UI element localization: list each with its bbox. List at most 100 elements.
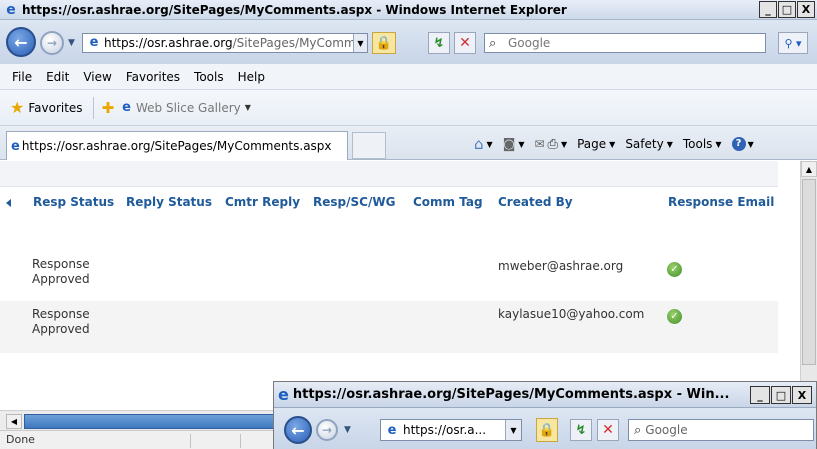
favorites-star-icon[interactable]: ★ [10,98,24,117]
search-button[interactable]: ⚲ ▾ [778,32,808,54]
print-icon[interactable]: ⎙ [548,137,558,152]
popup-close-button[interactable]: X [792,386,812,404]
maximize-button[interactable]: □ [778,1,796,18]
home-icon[interactable]: ⌂ [474,135,484,153]
popup-address-url[interactable]: https://osr.a... [403,423,505,437]
menu-edit[interactable]: Edit [46,70,69,84]
scroll-up-button[interactable]: ▲ [801,161,817,177]
column-reply-status[interactable]: Reply Status [126,195,212,209]
scroll-left-button[interactable]: ◀ [6,414,22,429]
home-dropdown-icon[interactable]: ▼ [487,140,493,149]
created-by-cell: mweber@ashrae.org [498,259,624,273]
tab-ie-icon: e [11,138,20,154]
favorites-separator [92,96,94,119]
refresh-button[interactable]: ↯ [428,32,450,54]
web-slice-gallery-link[interactable]: Web Slice Gallery [136,101,241,115]
popup-recent-pages-dropdown[interactable]: ▼ [344,425,351,435]
vertical-scroll-thumb[interactable] [802,179,816,365]
tab-title: https://osr.ashrae.org/SitePages/MyComme… [21,139,332,153]
status-text: Done [6,433,35,446]
close-button[interactable]: X [797,1,815,18]
safety-dropdown-icon[interactable]: ▼ [667,140,673,149]
menu-view[interactable]: View [83,70,111,84]
popup-minimize-button[interactable]: _ [750,386,770,404]
popup-search-box[interactable]: ⌕ Google [628,419,814,441]
forward-button[interactable]: → [40,31,64,55]
table-row[interactable]: Response Approved kaylasue10@yahoo.com ✓ [0,301,778,353]
mail-icon[interactable]: ✉ [534,137,544,151]
popup-back-button[interactable]: ← [284,416,312,444]
feeds-icon[interactable]: ◙ [503,137,516,152]
column-created-by[interactable]: Created By [498,195,573,209]
menu-help[interactable]: Help [238,70,265,84]
page-menu[interactable]: Page [577,137,606,151]
recent-pages-dropdown[interactable]: ▼ [68,38,75,48]
feeds-dropdown-icon[interactable]: ▼ [518,140,524,149]
popup-forward-button[interactable]: → [316,419,338,441]
window-controls: _ □ X [759,1,815,18]
tab-bar: e https://osr.ashrae.org/SitePages/MyCom… [0,126,817,160]
popup-ie-page-icon: e [387,422,397,438]
back-button[interactable]: ← [6,27,36,57]
popup-security-lock-icon[interactable]: 🔒 [536,418,558,442]
back-arrow-icon: ← [291,420,305,440]
column-response-email[interactable]: Response Email [668,195,774,209]
page-dropdown-icon[interactable]: ▼ [609,140,615,149]
window-title-bar: e https://osr.ashrae.org/SitePages/MyCom… [0,0,817,20]
popup-refresh-button[interactable]: ↯ [570,419,592,441]
help-dropdown-icon[interactable]: ▼ [748,140,754,149]
column-resp-status[interactable]: Resp Status [33,195,114,209]
address-bar[interactable]: e https://osr.ashrae.org/SitePages/MyCom… [82,33,368,53]
popup-window-controls: _ □ X [750,386,812,404]
safety-menu[interactable]: Safety [625,137,663,151]
favorites-bar: ★ Favorites ✚ e Web Slice Gallery ▼ [0,90,817,126]
horizontal-scroll-thumb[interactable] [24,414,282,429]
popup-address-bar[interactable]: e https://osr.a... ▼ [380,419,522,441]
popup-search-input[interactable]: Google [645,423,687,437]
window-title: https://osr.ashrae.org/SitePages/MyComme… [22,2,567,17]
popup-window[interactable]: e https://osr.ashrae.org/SitePages/MyCom… [273,381,817,449]
vertical-scrollbar[interactable]: ▲ [800,161,817,410]
print-dropdown-icon[interactable]: ▼ [561,140,567,149]
column-comm-tag[interactable]: Comm Tag [413,195,483,209]
add-to-favorites-icon[interactable]: ✚ [102,99,115,117]
resp-status-cell: Response Approved [32,307,90,336]
menu-favorites[interactable]: Favorites [126,70,180,84]
created-by-cell: kaylasue10@yahoo.com [498,307,645,321]
tools-dropdown-icon[interactable]: ▼ [715,140,721,149]
tab-active[interactable]: e https://osr.ashrae.org/SitePages/MyCom… [6,131,348,160]
column-cmtr-reply[interactable]: Cmtr Reply [225,195,300,209]
stop-button[interactable]: ✕ [454,32,476,54]
tools-menu[interactable]: Tools [683,137,713,151]
menu-bar: File Edit View Favorites Tools Help [0,64,817,90]
search-box[interactable]: ⌕ Google [484,33,766,53]
column-resp-sc-wg[interactable]: Resp/SC/WG [313,195,395,209]
table-row[interactable]: Response Approved mweber@ashrae.org ✓ [0,249,778,301]
ie-page-icon: e [89,35,99,50]
new-tab-button[interactable] [352,132,386,159]
popup-maximize-button[interactable]: □ [771,386,791,404]
refresh-icon: ↯ [433,35,445,51]
address-url[interactable]: https://osr.ashrae.org/SitePages/MyComme… [104,36,353,50]
popup-ie-logo-icon: e [278,385,289,404]
minimize-button[interactable]: _ [759,1,777,18]
menu-tools[interactable]: Tools [194,70,224,84]
forward-arrow-icon: → [46,36,58,50]
help-icon[interactable]: ? [731,137,746,151]
scroll-left-arrow-icon[interactable] [6,199,11,207]
favorites-button[interactable]: Favorites [28,101,82,115]
popup-title: https://osr.ashrae.org/SitePages/MyComme… [292,387,730,402]
web-slice-dropdown-icon[interactable]: ▼ [245,103,251,112]
popup-address-dropdown-button[interactable]: ▼ [505,420,521,440]
popup-stop-button[interactable]: ✕ [597,419,619,441]
search-input[interactable]: Google [508,36,550,50]
address-dropdown-button[interactable]: ▼ [353,34,367,52]
address-path: /SitePages/MyCommer [232,36,353,50]
stop-icon: ✕ [602,422,614,438]
response-email-check-icon: ✓ [667,262,682,277]
navigation-bar: ← → ▼ e https://osr.ashrae.org/SitePages… [0,20,817,64]
menu-file[interactable]: File [12,70,32,84]
security-lock-icon[interactable]: 🔒 [372,32,396,54]
command-bar: ⌂ ▼ ◙ ▼ ✉ ⎙ ▼ Page ▼ Safety ▼ Tools ▼ ? ▼ [474,134,764,154]
search-go-icon: ⚲ ▾ [784,36,802,50]
